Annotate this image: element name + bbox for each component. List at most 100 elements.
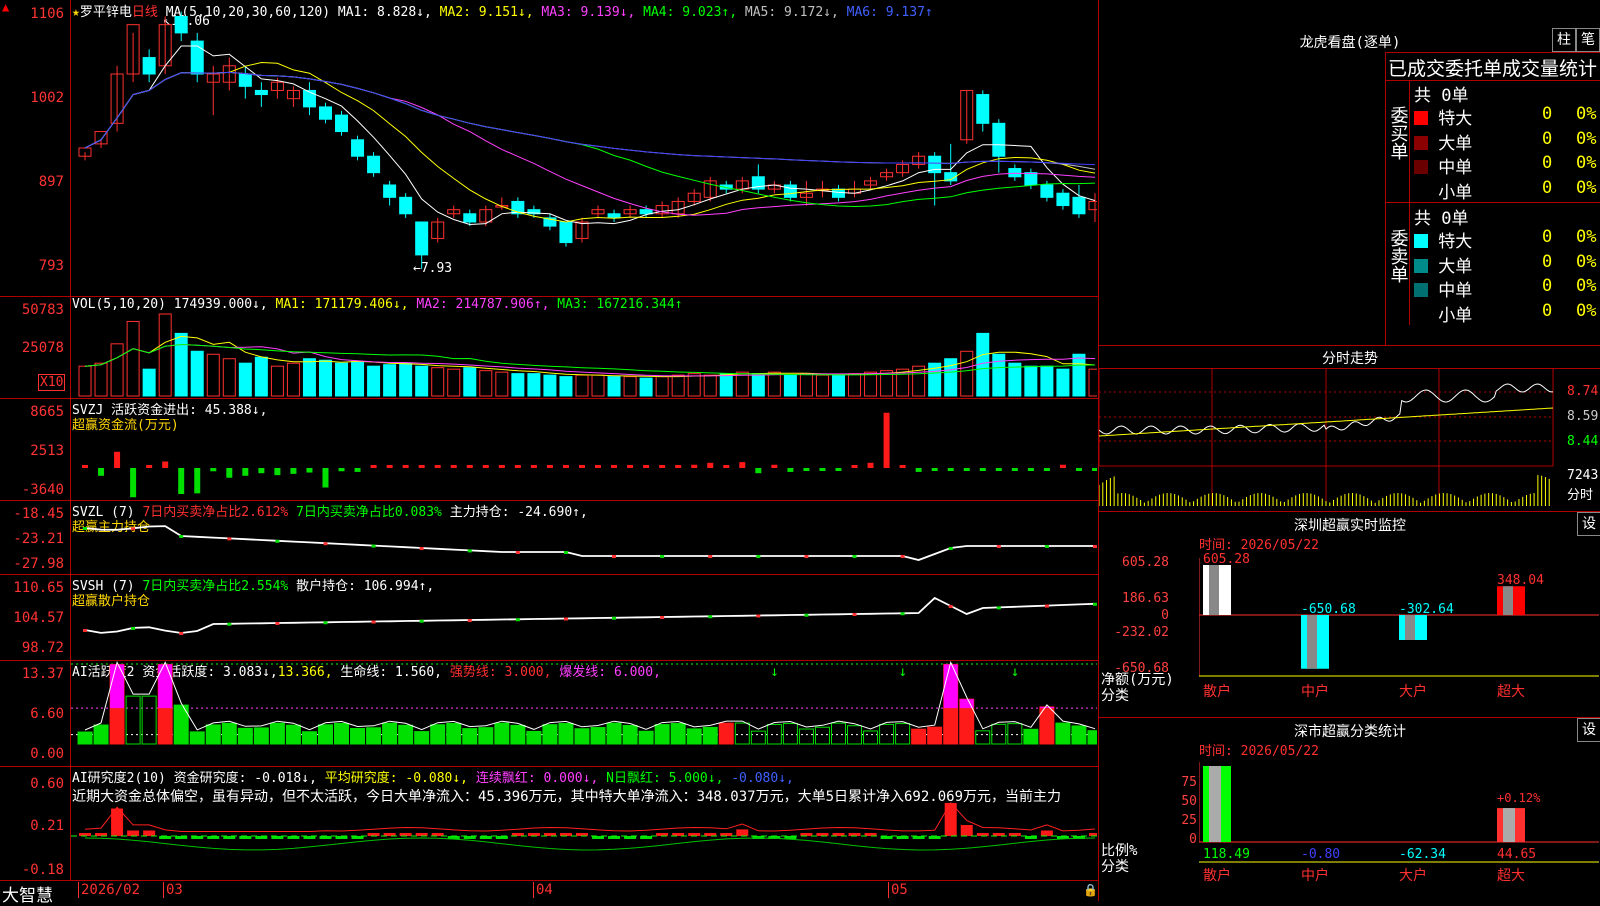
svzl-tick: -23.21: [13, 531, 64, 547]
candle-body: [399, 196, 413, 215]
candlestick-chart[interactable]: [71, 0, 1097, 296]
order-row-大单: 大单: [1414, 252, 1472, 277]
activity-bar: [462, 728, 478, 745]
ma-line-6: [84, 71, 1096, 166]
fund-flow-bar: [1075, 468, 1082, 471]
activity-bar: [558, 722, 574, 745]
order-row-count: 0: [1542, 153, 1553, 173]
bar-mode-button[interactable]: 柱: [1552, 28, 1576, 52]
main-holding-marker: [515, 551, 520, 554]
volume-bar: [142, 368, 156, 397]
timeline-label: 05: [888, 882, 908, 898]
order-stats-box: 已成交委托单成交量统计 委买单 共 0单 特大 0 0% 大单 0 0% 中单 0 0% 小…: [1385, 52, 1600, 346]
candle-body: [367, 155, 381, 174]
candle-body: [992, 122, 1006, 157]
candle-body: [318, 106, 332, 120]
volume-bar: [575, 374, 589, 397]
activity-bar: [718, 722, 734, 745]
fund-flow-bar: [707, 462, 714, 468]
svzl-chart[interactable]: [71, 500, 1097, 574]
price-tick: 1002: [30, 90, 64, 106]
activity-bar: [590, 727, 606, 745]
fund-flow-bar: [899, 465, 906, 468]
order-row-label: 大单: [1428, 256, 1473, 277]
volume-bar: [1072, 353, 1086, 397]
order-row-特大: 特大: [1414, 227, 1472, 252]
svzj-panel: 8665 2513 -3640 SVZJ 活跃资金进出: 45.388↓, 超赢…: [0, 398, 1098, 501]
volume-bar: [270, 365, 284, 397]
candle-body: [1040, 184, 1054, 198]
order-row-label: 大单: [1428, 133, 1473, 154]
main-holding-marker: [131, 527, 136, 531]
activity-bar: [606, 722, 622, 745]
ai-activity-chart[interactable]: ↓ ↓ ↓: [71, 660, 1097, 766]
main-holding-marker: [179, 535, 184, 538]
fund-flow-bar: [530, 465, 537, 468]
volume-bar: [110, 343, 124, 397]
svsh-chart[interactable]: [71, 574, 1097, 660]
main-holding-marker: [756, 555, 761, 558]
activity-bar: [750, 730, 766, 745]
fund-flow-bar: [338, 468, 345, 472]
activity-bar: [317, 724, 333, 745]
volume-bar: [543, 374, 557, 397]
stats-category: 超大: [1497, 868, 1525, 884]
volume-bar: [815, 374, 829, 397]
volume-bar: [302, 358, 316, 397]
tick-mode-button[interactable]: 笔: [1576, 28, 1600, 52]
volume-ma-2: [84, 343, 1096, 377]
ai-research-chart[interactable]: [71, 766, 1097, 880]
activity-bar: [526, 730, 542, 745]
retail-holding-marker: [1044, 604, 1049, 608]
svzj-chart[interactable]: [71, 398, 1097, 500]
fund-flow-bar: [210, 468, 217, 472]
volume-bar: [479, 370, 493, 397]
volume-bar: [431, 367, 445, 397]
monitor-bar-shade: [1405, 615, 1415, 640]
activity-bar: [334, 722, 350, 745]
activity-bar: [414, 731, 430, 745]
divider: [1386, 202, 1600, 203]
activity-bar: [847, 725, 863, 745]
volume-bar: [527, 373, 541, 397]
fund-flow-bar: [434, 465, 441, 468]
main-holding-marker: [467, 549, 472, 553]
stats-bar-chart[interactable]: 118.49 散户 -0.80 中户 -62.34 大户 44.65 超大 +0.12%: [1199, 732, 1599, 902]
candle-body: [1024, 172, 1038, 186]
fund-flow-bar: [835, 468, 842, 471]
stats-tick: 0: [1189, 832, 1197, 847]
lock-icon[interactable]: 🔒: [1083, 883, 1098, 897]
retail-holding-marker: [227, 622, 232, 626]
fund-flow-bar: [931, 468, 938, 471]
volume-bar: [799, 373, 813, 397]
candle-body: [1088, 200, 1097, 211]
svzj-tick: 2513: [30, 443, 64, 459]
volume-tick: 50783: [21, 302, 64, 318]
retail-holding-marker: [275, 622, 280, 625]
candle-body: [1072, 196, 1086, 215]
candle-body: [351, 139, 365, 157]
volume-bar: [399, 362, 413, 397]
svsh-panel: 110.65 104.57 98.72 SVSH (7) 7日内买卖净占比2.5…: [0, 574, 1098, 661]
volume-bar: [607, 376, 621, 397]
svzl-panel: -18.45 -23.21 -27.98 SVZL (7) 7日内买卖净占比2.…: [0, 500, 1098, 575]
retail-holding-marker: [612, 616, 617, 620]
volume-bar: [1024, 365, 1038, 397]
retail-holding-marker: [708, 615, 713, 619]
volume-bar: [238, 362, 252, 397]
monitor-category: 散户: [1203, 683, 1231, 700]
activity-bar: [542, 724, 558, 745]
volume-bar: [960, 350, 974, 397]
fund-flow-bar: [723, 465, 730, 468]
ai-activity-axis: 13.37 6.60 0.00: [0, 660, 71, 766]
main-holding-marker: [804, 555, 809, 558]
retail-holding-marker: [948, 605, 953, 608]
volume-chart[interactable]: [71, 296, 1097, 398]
stats-bar-value: -62.34: [1399, 847, 1446, 862]
candle-body: [174, 15, 188, 34]
svzj-axis: 8665 2513 -3640: [0, 398, 71, 500]
retail-holding-marker: [1092, 602, 1097, 606]
monitor-bar-chart[interactable]: 605.28 散户 -650.68 中户 -302.64 大户 348.04 超大: [1199, 528, 1599, 718]
intraday-chart[interactable]: [1099, 368, 1564, 508]
volume-bar: [1088, 368, 1097, 397]
